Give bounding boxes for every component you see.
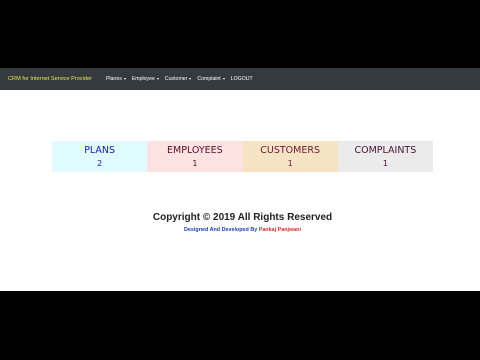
nav-item-label: Customer	[164, 76, 188, 82]
nav-item-label: Complaint	[197, 76, 221, 82]
stat-label: COMPLAINTS	[354, 144, 417, 156]
nav-item-label: Planes	[105, 76, 122, 82]
stat-value: 2	[97, 158, 103, 168]
stat-label: EMPLOYEES	[167, 144, 223, 156]
nav-item-plans[interactable]: Planes	[106, 76, 126, 82]
copyright-text: Copyright © 2019 All Rights Reserved	[152, 212, 333, 223]
caret-down-icon	[222, 78, 225, 80]
caret-down-icon	[123, 78, 126, 80]
nav-item-customer[interactable]: Customer	[165, 76, 192, 82]
caret-down-icon	[156, 78, 159, 80]
caret-down-icon	[189, 78, 192, 80]
nav-item-label: LOGOUT	[230, 76, 253, 82]
nav-item-employee[interactable]: Employee	[132, 76, 159, 82]
author-name: Pankaj Panjwani	[258, 227, 301, 233]
credits-line: Designed And Developed By Pankaj Panjwan…	[0, 227, 480, 233]
navbar-brand[interactable]: CRM for Internet Service Provider	[8, 76, 92, 82]
stat-value: 1	[382, 158, 388, 168]
app-screen: CRM for Internet Service Provider Planes…	[0, 68, 480, 291]
stat-card-customers: CUSTOMERS 1	[242, 141, 338, 172]
nav-item-label: Employee	[131, 76, 155, 82]
nav-item-complaint[interactable]: Complaint	[197, 76, 225, 82]
nav-menu: Planes Employee Customer Complaint LOGOU…	[106, 76, 259, 82]
stat-value: 1	[192, 158, 198, 168]
stat-label: CUSTOMERS	[260, 144, 320, 156]
nav-item-logout[interactable]: LOGOUT	[231, 76, 253, 82]
stat-value: 1	[287, 158, 293, 168]
stat-card-plans: PLANS 2	[52, 141, 148, 172]
stat-card-employees: EMPLOYEES 1	[147, 141, 243, 172]
navbar: CRM for Internet Service Provider Planes…	[0, 68, 480, 90]
stat-label: PLANS	[84, 144, 116, 156]
stats-panel: PLANS 2 EMPLOYEES 1 CUSTOMERS 1 COMPLAIN…	[52, 141, 433, 172]
stat-card-complaints: COMPLAINTS 1	[337, 141, 433, 172]
credits-prefix: Designed And Developed By	[184, 227, 259, 233]
